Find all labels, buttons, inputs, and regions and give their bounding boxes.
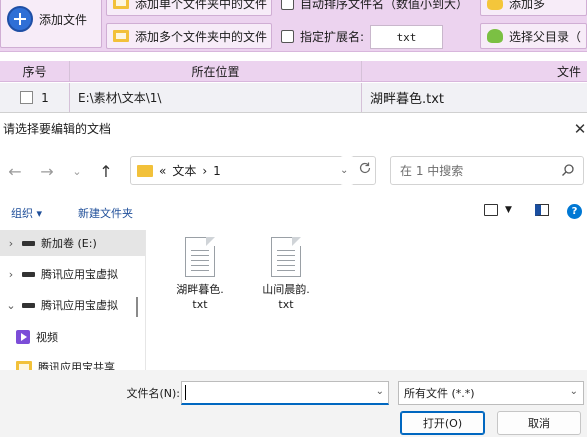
parent-folder-icon bbox=[487, 29, 503, 43]
dialog-footer: 文件名(N): ⌄ 所有文件 (*.*) ⌄ 打开(O) 取消 bbox=[0, 370, 587, 437]
search-icon bbox=[561, 163, 575, 177]
address-overflow[interactable]: « bbox=[159, 164, 166, 178]
forward-arrow-icon[interactable]: → bbox=[36, 153, 58, 189]
tree-item-label: 新加卷 (E:) bbox=[41, 237, 97, 250]
collapse-arrow-icon[interactable]: ⌄ bbox=[0, 299, 22, 312]
tree-item-videos[interactable]: 视频 bbox=[0, 324, 145, 350]
command-bar: 组织 ▾ 新建文件夹 ▼ ? bbox=[0, 200, 587, 224]
text-caret bbox=[185, 385, 186, 400]
view-icon bbox=[484, 204, 498, 216]
auto-sort-checkbox[interactable]: 自动排序文件名（数值小到大） bbox=[275, 0, 477, 16]
add-multi-folder-label: 添加多个文件夹中的文件 bbox=[135, 29, 268, 44]
breadcrumb-segment[interactable]: 1 bbox=[213, 164, 221, 178]
view-options[interactable]: ▼ bbox=[484, 204, 512, 216]
row-location: E:\素材\文本\1\ bbox=[70, 83, 362, 112]
grid-header: 序号 所在位置 文件 bbox=[0, 61, 587, 82]
expand-arrow-icon[interactable]: › bbox=[0, 268, 22, 281]
extension-input[interactable]: txt bbox=[370, 25, 443, 49]
navigation-pane: › 新加卷 (E:) › 腾讯应用宝虚拟 ⌄ 腾讯应用宝虚拟 视频 腾讯应用宝共… bbox=[0, 230, 146, 370]
text-document-icon bbox=[185, 237, 215, 277]
add-single-folder-label: 添加单个文件夹中的文件 bbox=[135, 0, 268, 11]
file-item[interactable]: 山间晨韵. txt bbox=[256, 237, 316, 312]
select-parent-label: 选择父目录（ bbox=[509, 29, 582, 44]
tree-item-virtual-drive-expanded[interactable]: ⌄ 腾讯应用宝虚拟 bbox=[0, 292, 145, 318]
add-file-button[interactable]: 添加文件 bbox=[0, 0, 102, 48]
up-arrow-icon[interactable]: ↑ bbox=[96, 153, 116, 189]
tree-item-label: 腾讯应用宝虚拟 bbox=[41, 268, 118, 281]
help-icon: ? bbox=[567, 204, 582, 219]
row-checkbox[interactable] bbox=[20, 91, 34, 104]
file-name: 湖畔暮色. txt bbox=[176, 283, 224, 311]
new-folder-button[interactable]: 新建文件夹 bbox=[78, 205, 133, 221]
open-file-dialog: 请选择要编辑的文档 ✕ ← → ⌄ ↑ « 文本 › 1 ⌄ 在 1 中搜索 组… bbox=[0, 112, 587, 437]
file-type-value: 所有文件 (*.*) bbox=[404, 387, 475, 400]
expand-arrow-icon[interactable]: › bbox=[0, 237, 22, 250]
search-input[interactable]: 在 1 中搜索 bbox=[390, 156, 584, 185]
folder-icon bbox=[113, 30, 129, 42]
drive-icon bbox=[22, 271, 35, 277]
header-file[interactable]: 文件 bbox=[362, 61, 587, 81]
dialog-title: 请选择要编辑的文档 bbox=[3, 122, 112, 136]
organize-menu[interactable]: 组织 ▾ bbox=[11, 205, 42, 221]
add-file-label: 添加文件 bbox=[39, 12, 88, 27]
navigation-bar: ← → ⌄ ↑ « 文本 › 1 ⌄ 在 1 中搜索 bbox=[0, 153, 587, 189]
video-icon bbox=[16, 330, 30, 344]
tree-item-shared[interactable]: 腾讯应用宝共享 bbox=[0, 354, 145, 370]
file-name: 山间晨韵. txt bbox=[262, 283, 310, 311]
add-more-label: 添加多 bbox=[509, 0, 546, 11]
filename-label: 文件名(N): bbox=[126, 387, 180, 400]
row-index: 1 bbox=[41, 90, 49, 105]
preview-pane-icon bbox=[535, 204, 549, 216]
chevron-down-icon: ▼ bbox=[505, 205, 512, 215]
tree-item-label: 视频 bbox=[36, 331, 58, 344]
drive-icon bbox=[22, 302, 35, 308]
chevron-down-icon: ⌄ bbox=[569, 386, 578, 397]
app-toolbar: 添加文件 添加单个文件夹中的文件 自动排序文件名（数值小到大） 添加多 添加多个… bbox=[0, 0, 587, 52]
drive-icon bbox=[22, 240, 35, 246]
address-dropdown-chevron-icon[interactable]: ⌄ bbox=[340, 156, 354, 185]
checkbox-box bbox=[281, 0, 294, 10]
ext-checkbox[interactable]: 指定扩展名: bbox=[275, 23, 368, 49]
scrollbar-thumb[interactable] bbox=[136, 297, 138, 317]
filename-input[interactable]: ⌄ bbox=[181, 381, 389, 405]
add-multi-folder-button[interactable]: 添加多个文件夹中的文件 bbox=[106, 23, 272, 49]
text-document-icon bbox=[271, 237, 301, 277]
refresh-icon[interactable] bbox=[354, 153, 376, 182]
breadcrumb-separator[interactable]: › bbox=[202, 164, 207, 178]
preview-pane-button[interactable] bbox=[535, 204, 549, 216]
close-icon[interactable]: ✕ bbox=[573, 113, 587, 144]
cancel-button[interactable]: 取消 bbox=[497, 411, 581, 435]
folder-icon bbox=[113, 0, 129, 9]
select-parent-button[interactable]: 选择父目录（ bbox=[480, 23, 587, 49]
breadcrumb-segment[interactable]: 文本 bbox=[172, 162, 196, 179]
file-type-select[interactable]: 所有文件 (*.*) ⌄ bbox=[398, 381, 584, 405]
help-button[interactable]: ? bbox=[567, 204, 582, 219]
row-file: 湖畔暮色.txt bbox=[370, 92, 445, 107]
header-index[interactable]: 序号 bbox=[0, 61, 70, 81]
row-index-cell: 1 bbox=[0, 83, 70, 112]
add-single-folder-button[interactable]: 添加单个文件夹中的文件 bbox=[106, 0, 272, 16]
tree-item-label: 腾讯应用宝虚拟 bbox=[41, 299, 118, 312]
table-row[interactable]: 1 E:\素材\文本\1\ 湖畔暮色.txt bbox=[0, 83, 587, 112]
file-item[interactable]: 湖畔暮色. txt bbox=[170, 237, 230, 312]
tree-item-virtual-drive[interactable]: › 腾讯应用宝虚拟 bbox=[0, 261, 145, 287]
checkbox-box bbox=[281, 29, 294, 43]
open-button[interactable]: 打开(O) bbox=[400, 411, 485, 435]
star-icon bbox=[487, 0, 503, 10]
tree-item-drive-e[interactable]: › 新加卷 (E:) bbox=[0, 230, 145, 256]
add-more-button[interactable]: 添加多 bbox=[480, 0, 587, 16]
ext-label: 指定扩展名: bbox=[300, 29, 365, 44]
chevron-down-icon[interactable]: ⌄ bbox=[376, 386, 384, 397]
folder-icon bbox=[16, 361, 32, 370]
tree-item-label: 腾讯应用宝共享 bbox=[38, 361, 115, 370]
recent-locations-chevron-icon[interactable]: ⌄ bbox=[68, 153, 86, 189]
auto-sort-label: 自动排序文件名（数值小到大） bbox=[300, 0, 469, 11]
header-location[interactable]: 所在位置 bbox=[70, 61, 362, 81]
search-placeholder: 在 1 中搜索 bbox=[400, 164, 464, 178]
folder-icon bbox=[137, 164, 153, 177]
back-arrow-icon[interactable]: ← bbox=[4, 153, 26, 189]
plus-icon bbox=[7, 6, 33, 32]
